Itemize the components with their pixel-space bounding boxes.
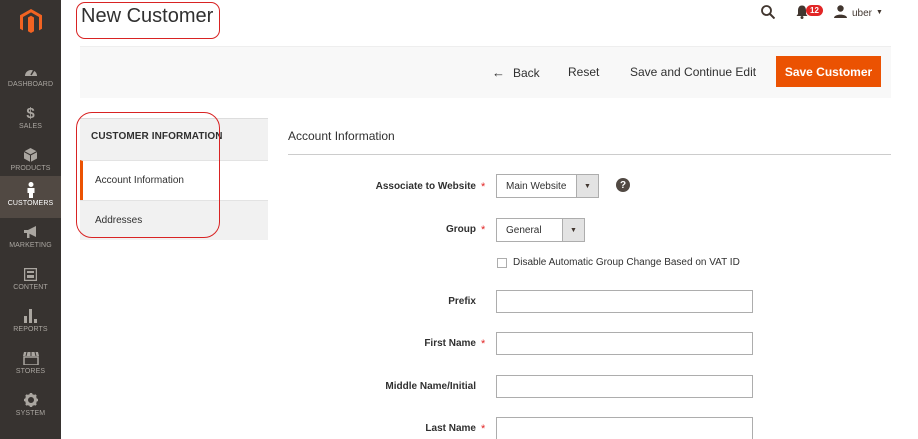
nav-system[interactable]: SYSTEM <box>0 386 61 428</box>
user-icon[interactable] <box>834 5 847 23</box>
nav-sales[interactable]: $ SALES <box>0 99 61 141</box>
bar-chart-icon <box>24 308 37 324</box>
last-name-input[interactable] <box>496 417 753 439</box>
disable-vat-row: Disable Automatic Group Change Based on … <box>497 257 740 268</box>
section-title: Account Information <box>288 129 395 143</box>
website-select[interactable]: Main Website ▼ <box>496 174 599 198</box>
user-menu-name[interactable]: uber <box>852 8 872 19</box>
nav-content[interactable]: CONTENT <box>0 260 61 302</box>
save-customer-button[interactable]: Save Customer <box>776 56 881 87</box>
megaphone-icon <box>23 224 39 240</box>
magento-logo[interactable] <box>0 0 61 44</box>
tabs-header-title: CUSTOMER INFORMATION <box>91 131 223 142</box>
storefront-icon <box>22 350 39 366</box>
middle-name-input[interactable] <box>496 375 753 398</box>
prefix-input[interactable] <box>496 290 753 313</box>
required-marker: * <box>481 338 486 350</box>
search-icon[interactable] <box>761 5 776 24</box>
arrow-left-icon: ← <box>492 65 505 80</box>
magento-logo-icon <box>19 9 42 34</box>
required-marker: * <box>481 423 486 435</box>
app: DASHBOARD $ SALES PRODUCTS CUSTOMERS MAR… <box>0 0 918 439</box>
nav-customers[interactable]: CUSTOMERS <box>0 176 61 218</box>
group-label: Group <box>446 224 476 235</box>
nav-dashboard[interactable]: DASHBOARD <box>0 57 61 99</box>
help-icon[interactable]: ? <box>616 178 630 192</box>
section-divider <box>288 154 891 155</box>
box-icon <box>24 147 37 163</box>
nav-reports[interactable]: REPORTS <box>0 302 61 344</box>
chevron-down-icon[interactable]: ▼ <box>876 9 883 16</box>
page-actions-bar <box>80 46 891 98</box>
admin-sidebar: DASHBOARD $ SALES PRODUCTS CUSTOMERS MAR… <box>0 0 61 439</box>
chevron-down-icon: ▼ <box>576 175 598 197</box>
notification-count-badge[interactable]: 12 <box>806 5 823 16</box>
disable-vat-checkbox[interactable] <box>497 257 507 268</box>
middle-name-label: Middle Name/Initial <box>385 381 476 392</box>
website-select-value: Main Website <box>506 180 567 192</box>
reset-button[interactable]: Reset <box>568 65 599 79</box>
required-marker: * <box>481 224 486 236</box>
save-and-continue-button[interactable]: Save and Continue Edit <box>630 65 756 79</box>
layout-icon <box>24 266 37 282</box>
group-select[interactable]: General ▼ <box>496 218 585 242</box>
nav-marketing[interactable]: MARKETING <box>0 218 61 260</box>
prefix-label: Prefix <box>448 296 476 307</box>
first-name-input[interactable] <box>496 332 753 355</box>
page-title: New Customer <box>81 5 214 27</box>
chevron-down-icon: ▼ <box>562 219 584 241</box>
back-button[interactable]: ← Back <box>492 65 540 80</box>
dollar-icon: $ <box>26 104 35 122</box>
tab-account-information[interactable]: Account Information <box>80 160 268 200</box>
first-name-label: First Name <box>424 338 476 349</box>
nav-stores[interactable]: STORES <box>0 344 61 386</box>
required-marker: * <box>481 181 486 193</box>
website-label: Associate to Website <box>375 181 476 192</box>
dashboard-icon <box>24 63 38 79</box>
gear-icon <box>23 392 38 408</box>
disable-vat-label: Disable Automatic Group Change Based on … <box>513 257 740 268</box>
last-name-label: Last Name <box>425 423 476 434</box>
tab-addresses[interactable]: Addresses <box>80 200 268 240</box>
group-select-value: General <box>506 224 542 236</box>
back-button-label: Back <box>513 65 540 80</box>
person-icon <box>26 182 36 198</box>
